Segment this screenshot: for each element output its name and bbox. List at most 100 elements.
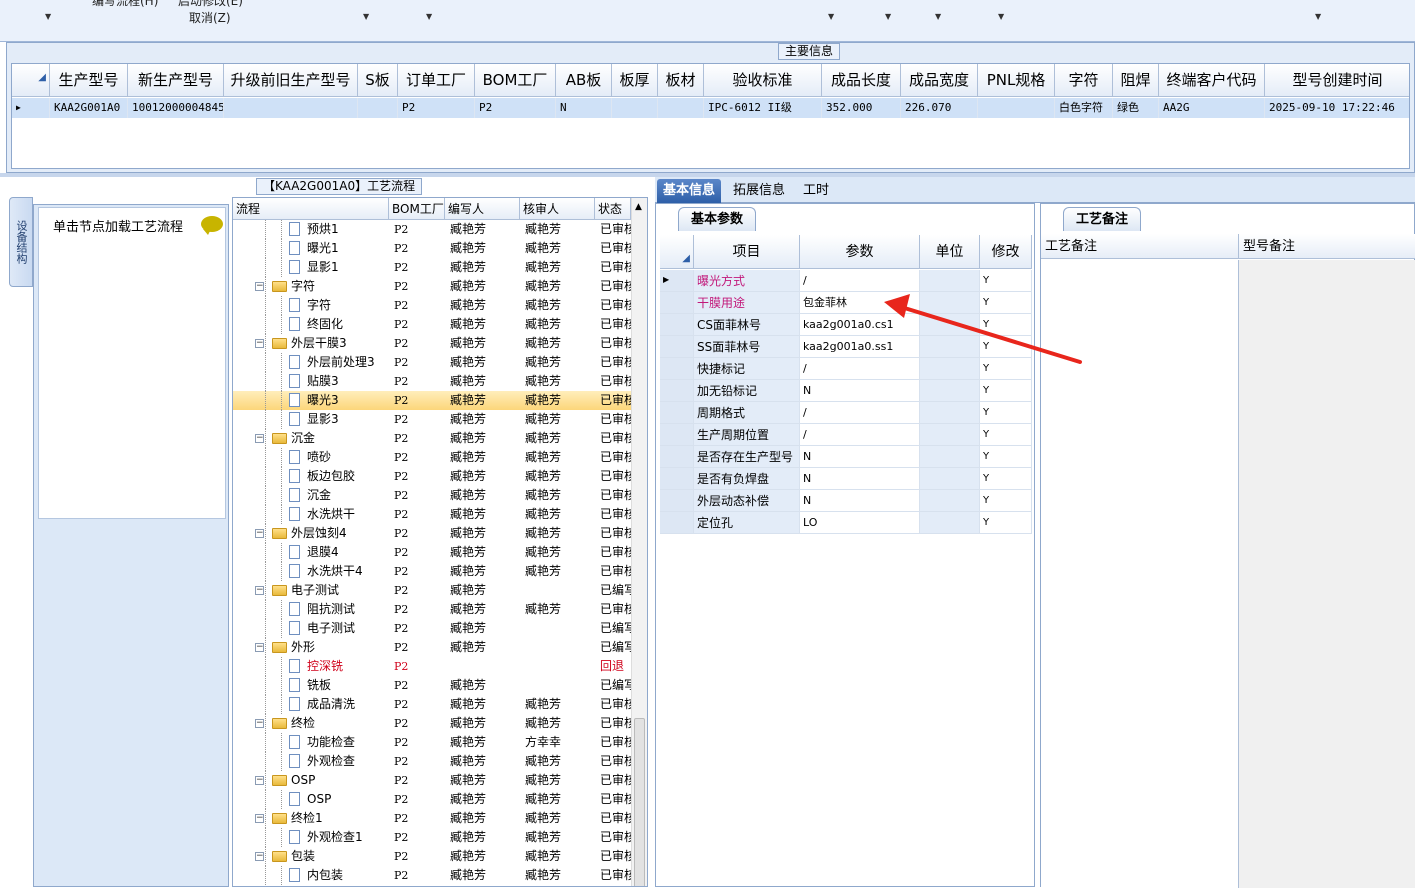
tree-row[interactable]: − 字符 P2 臧艳芳 臧艳芳 已审核 (233, 277, 633, 296)
cell-s-board[interactable] (358, 98, 398, 118)
col-length[interactable]: 成品长度 (822, 64, 901, 97)
col-writer[interactable]: 编写人 (445, 198, 520, 220)
param-row[interactable]: 定位孔 LO Y (660, 512, 1032, 534)
col-thickness[interactable]: 板厚 (612, 64, 658, 97)
tree-row[interactable]: − 终检1 P2 臧艳芳 臧艳芳 已审核 (233, 809, 633, 828)
cell-standard[interactable]: IPC-6012 II级 (704, 98, 822, 118)
tree-row[interactable]: − 包装 P2 臧艳芳 臧艳芳 已审核 (233, 847, 633, 866)
dropdown-icon[interactable]: ▼ (1315, 12, 1321, 21)
cell-width[interactable]: 226.070 (901, 98, 978, 118)
cell-length[interactable]: 352.000 (822, 98, 901, 118)
tree-row[interactable]: 沉金 P2 臧艳芳 臧艳芳 已审核 (233, 486, 633, 505)
col-bom-factory[interactable]: BOM工厂 (389, 198, 445, 220)
col-s-board[interactable]: S板 (358, 64, 398, 97)
collapse-icon[interactable]: − (255, 719, 264, 728)
table-row[interactable]: ▶ KAA2G001A0 10012000004845 P2 P2 N IPC-… (12, 98, 1409, 118)
model-note-text[interactable] (1239, 260, 1415, 888)
tree-row[interactable]: − OSP P2 臧艳芳 臧艳芳 已审核 (233, 771, 633, 790)
cell-bom-factory[interactable]: P2 (475, 98, 556, 118)
tree-row[interactable]: − 外层蚀刻4 P2 臧艳芳 臧艳芳 已审核 (233, 524, 633, 543)
col-order-factory[interactable]: 订单工厂 (398, 64, 475, 97)
tab-extended-info[interactable]: 拓展信息 (727, 179, 791, 203)
menu-edit-flow[interactable]: 编写流程(H) (92, 0, 158, 9)
tab-process-notes[interactable]: 工艺备注 (1063, 207, 1142, 231)
cell-old-model[interactable] (224, 98, 358, 118)
cell-char[interactable]: 白色字符 (1055, 98, 1113, 118)
col-standard[interactable]: 验收标准 (704, 64, 822, 97)
tree-row[interactable]: 内包装 P2 臧艳芳 臧艳芳 已审核 (233, 866, 633, 885)
param-row[interactable]: 加无铅标记 N Y (660, 380, 1032, 402)
tree-row[interactable]: 电子测试 P2 臧艳芳 已编写 (233, 619, 633, 638)
tree-row[interactable]: 终固化 P2 臧艳芳 臧艳芳 已审核 (233, 315, 633, 334)
collapse-icon[interactable]: − (255, 852, 264, 861)
col-status[interactable]: 状态 (595, 198, 631, 220)
tree-row[interactable]: OSP P2 臧艳芳 臧艳芳 已审核 (233, 790, 633, 809)
col-new-model[interactable]: 新生产型号 (128, 64, 224, 97)
param-value[interactable]: N (800, 490, 920, 512)
tree-row[interactable]: − 电子测试 P2 臧艳芳 已编写 (233, 581, 633, 600)
tree-row[interactable]: 外观检查1 P2 臧艳芳 臧艳芳 已审核 (233, 828, 633, 847)
col-reviewer[interactable]: 核审人 (520, 198, 595, 220)
dropdown-icon[interactable]: ▼ (998, 12, 1004, 21)
collapse-icon[interactable]: − (255, 434, 264, 443)
tree-row[interactable]: − 终检 P2 臧艳芳 臧艳芳 已审核 (233, 714, 633, 733)
col-ab-board[interactable]: AB板 (556, 64, 612, 97)
tree-row[interactable]: − 外层干膜3 P2 臧艳芳 臧艳芳 已审核 (233, 334, 633, 353)
tree-row[interactable]: 曝光1 P2 臧艳芳 臧艳芳 已审核 (233, 239, 633, 258)
tab-basic-info[interactable]: 基本信息 (657, 179, 722, 203)
param-value[interactable]: LO (800, 512, 920, 534)
col-width[interactable]: 成品宽度 (901, 64, 978, 97)
col-customer[interactable]: 终端客户代码 (1159, 64, 1265, 97)
cell-thickness[interactable] (612, 98, 658, 118)
col-item[interactable]: 项目 (694, 235, 800, 269)
col-edit[interactable]: 修改 (980, 235, 1032, 269)
dropdown-icon[interactable]: ▼ (935, 12, 941, 21)
param-value[interactable]: / (800, 402, 920, 424)
tree-row[interactable]: 字符 P2 臧艳芳 臧艳芳 已审核 (233, 296, 633, 315)
cell-new-model[interactable]: 10012000004845 (128, 98, 224, 118)
tree-row[interactable]: 铣板 P2 臧艳芳 已编写 (233, 676, 633, 695)
col-created[interactable]: 型号创建时间 (1265, 64, 1409, 97)
col-pnl[interactable]: PNL规格 (978, 64, 1055, 97)
tab-work-hours[interactable]: 工时 (797, 179, 835, 203)
menu-start-edit[interactable]: 启动修改(E) (178, 0, 243, 9)
vertical-scrollbar[interactable]: ▲ (631, 198, 647, 886)
param-value[interactable]: N (800, 380, 920, 402)
tree-row[interactable]: 功能检查 P2 臧艳芳 方幸幸 已审核 (233, 733, 633, 752)
col-bom-factory[interactable]: BOM工厂 (475, 64, 556, 97)
dropdown-icon[interactable]: ▼ (885, 12, 891, 21)
dropdown-icon[interactable]: ▼ (45, 12, 51, 21)
dropdown-icon[interactable]: ▼ (363, 12, 369, 21)
cell-order-factory[interactable]: P2 (398, 98, 475, 118)
collapse-icon[interactable]: − (255, 776, 264, 785)
collapse-icon[interactable]: − (255, 282, 264, 291)
dropdown-icon[interactable]: ▼ (828, 12, 834, 21)
tree-row[interactable]: 外观检查 P2 臧艳芳 臧艳芳 已审核 (233, 752, 633, 771)
tree-row[interactable]: 显影1 P2 臧艳芳 臧艳芳 已审核 (233, 258, 633, 277)
param-row[interactable]: 生产周期位置 / Y (660, 424, 1032, 446)
col-param[interactable]: 参数 (800, 235, 920, 269)
col-material[interactable]: 板材 (658, 64, 704, 97)
tree-row[interactable]: − 外形 P2 臧艳芳 已编写 (233, 638, 633, 657)
param-value[interactable]: / (800, 424, 920, 446)
col-flow[interactable]: 流程 (233, 198, 389, 220)
tree-row[interactable]: 板边包胶 P2 臧艳芳 臧艳芳 已审核 (233, 467, 633, 486)
col-unit[interactable]: 单位 (920, 235, 980, 269)
collapse-icon[interactable]: − (255, 643, 264, 652)
param-value[interactable]: N (800, 468, 920, 490)
param-value[interactable]: / (800, 270, 920, 292)
col-old-model[interactable]: 升级前旧生产型号 (224, 64, 358, 97)
cell-created[interactable]: 2025-09-10 17:22:46 (1265, 98, 1409, 118)
param-row[interactable]: 是否有负焊盘 N Y (660, 468, 1032, 490)
tree-row[interactable]: − 沉金 P2 臧艳芳 臧艳芳 已审核 (233, 429, 633, 448)
cell-solder[interactable]: 绿色 (1113, 98, 1159, 118)
scroll-thumb[interactable] (634, 718, 645, 886)
param-row[interactable]: 周期格式 / Y (660, 402, 1032, 424)
tree-row[interactable]: 水洗烘干 P2 臧艳芳 臧艳芳 已审核 (233, 505, 633, 524)
col-char[interactable]: 字符 (1055, 64, 1113, 97)
tree-row[interactable]: 水洗烘干4 P2 臧艳芳 臧艳芳 已审核 (233, 562, 633, 581)
tree-row[interactable]: 阻抗测试 P2 臧艳芳 臧艳芳 已审核 (233, 600, 633, 619)
cell-customer[interactable]: AA2G (1159, 98, 1265, 118)
tree-row[interactable]: 贴膜3 P2 臧艳芳 臧艳芳 已审核 (233, 372, 633, 391)
tab-device-structure[interactable]: 设备结构 (9, 197, 33, 287)
